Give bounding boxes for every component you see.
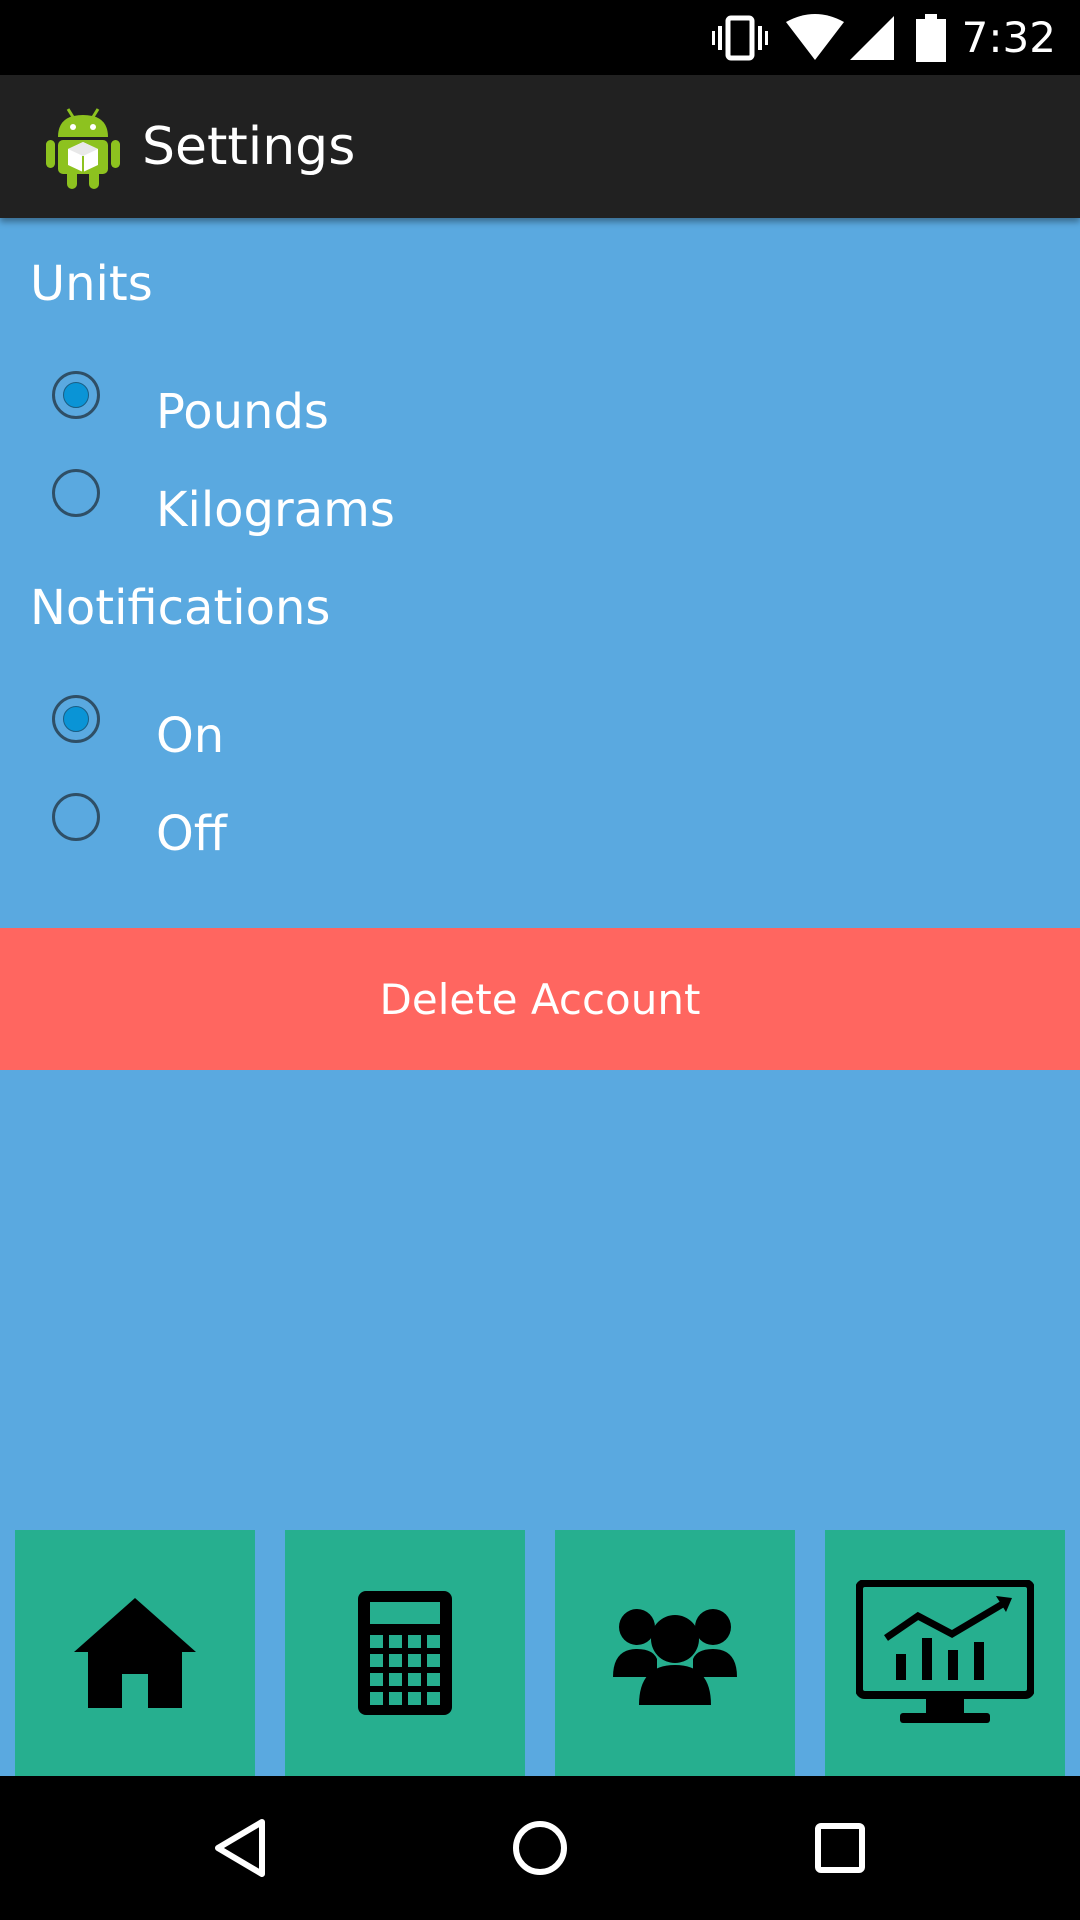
- notifications-heading: Notifications: [30, 580, 331, 636]
- home-circle-icon: [513, 1821, 567, 1875]
- status-icons: 7:32: [711, 0, 1080, 75]
- radio-button-checked[interactable]: [52, 695, 100, 743]
- recents-icon: [815, 1823, 865, 1873]
- radio-button[interactable]: [52, 793, 100, 841]
- page-title: Settings: [142, 116, 356, 177]
- radio-label: On: [156, 708, 225, 764]
- delete-account-button[interactable]: Delete Account: [0, 928, 1080, 1070]
- tab-calculator[interactable]: [285, 1530, 525, 1776]
- radio-label: Kilograms: [156, 482, 395, 538]
- radio-button[interactable]: [52, 469, 100, 517]
- nav-home-button[interactable]: [460, 1776, 620, 1920]
- units-heading: Units: [30, 256, 153, 312]
- cell-signal-icon: [849, 15, 894, 60]
- action-bar: Settings: [0, 75, 1080, 218]
- radio-label: Off: [156, 806, 227, 862]
- status-time: 7:32: [961, 13, 1056, 62]
- radio-button-checked[interactable]: [52, 371, 100, 419]
- monitor-chart-icon: [856, 1580, 1034, 1723]
- radio-option-off[interactable]: Off: [0, 786, 1080, 876]
- tab-home[interactable]: [15, 1530, 255, 1776]
- calculator-icon: [358, 1591, 452, 1715]
- radio-option-kilograms[interactable]: Kilograms: [0, 462, 1080, 552]
- radio-option-pounds[interactable]: Pounds: [0, 364, 1080, 454]
- status-bar: 7:32: [0, 0, 1080, 75]
- battery-icon: [915, 13, 946, 62]
- system-nav-bar: [0, 1776, 1080, 1920]
- back-icon: [215, 1819, 265, 1877]
- group-icon: [613, 1609, 737, 1705]
- nav-back-button[interactable]: [160, 1776, 320, 1920]
- nav-recents-button[interactable]: [760, 1776, 920, 1920]
- vibrate-icon: [711, 15, 768, 60]
- settings-screen: 7:32 Settings Units Pounds Kilograms Not…: [0, 0, 1080, 1920]
- tab-stats[interactable]: [825, 1530, 1065, 1776]
- wifi-icon: [785, 13, 844, 60]
- home-icon: [74, 1598, 196, 1708]
- radio-option-on[interactable]: On: [0, 688, 1080, 778]
- android-app-icon: [46, 107, 120, 189]
- radio-label: Pounds: [156, 384, 329, 440]
- tab-group[interactable]: [555, 1530, 795, 1776]
